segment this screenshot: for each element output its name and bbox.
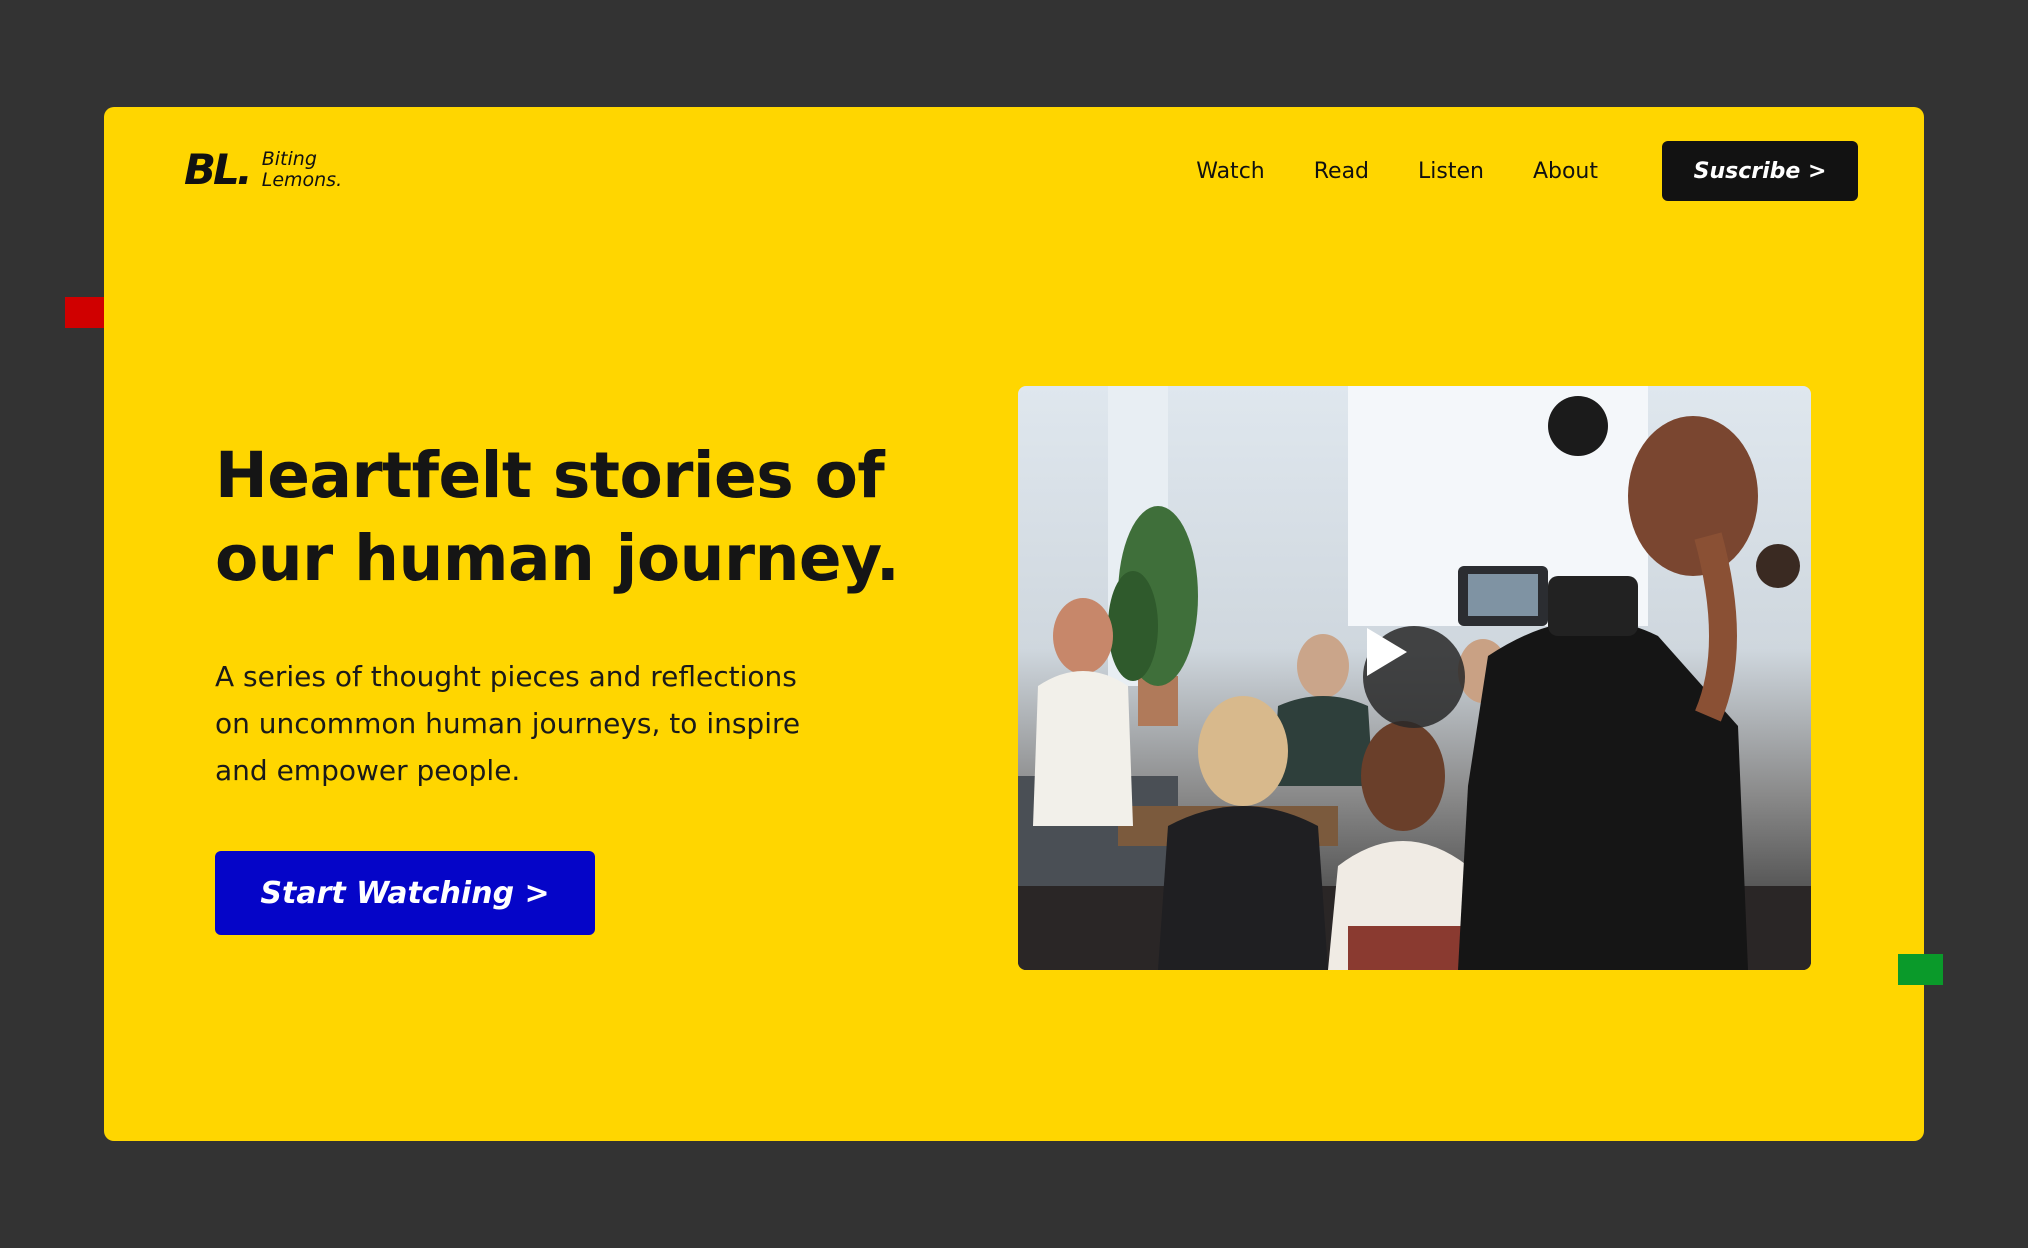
- logo-word-2: Lemons.: [261, 169, 343, 191]
- hero-description-line-3: and empower people.: [215, 754, 521, 787]
- logo-wordmark: Biting Lemons.: [262, 149, 342, 191]
- video-player[interactable]: [1018, 386, 1811, 970]
- play-button[interactable]: [1363, 626, 1465, 728]
- hero-description-line-2: on uncommon human journeys, to inspire: [215, 707, 801, 740]
- logo-mark: BL.: [184, 145, 253, 194]
- hero-title-line-1: Heartfelt stories of: [215, 439, 885, 512]
- nav-link-listen[interactable]: Listen: [1418, 159, 1484, 184]
- play-icon: [1367, 628, 1407, 676]
- hero-description-line-1: A series of thought pieces and reflectio…: [215, 660, 797, 693]
- brand-logo[interactable]: BL. Biting Lemons.: [184, 149, 342, 191]
- logo-word-1: Biting: [261, 148, 317, 170]
- nav-link-about[interactable]: About: [1533, 159, 1598, 184]
- start-watching-button[interactable]: Start Watching >: [215, 851, 595, 935]
- hero-title-line-2: our human journey.: [215, 522, 900, 595]
- hero-card: BL. Biting Lemons. Watch Read Listen Abo…: [104, 107, 1924, 1141]
- nav-link-read[interactable]: Read: [1314, 159, 1369, 184]
- decor-green-block: [1898, 954, 1943, 985]
- hero-title: Heartfelt stories of our human journey.: [215, 434, 900, 600]
- main-nav: Watch Read Listen About Suscribe >: [1196, 141, 1858, 201]
- subscribe-button[interactable]: Suscribe >: [1662, 141, 1858, 201]
- nav-link-watch[interactable]: Watch: [1196, 159, 1265, 184]
- hero-description: A series of thought pieces and reflectio…: [215, 653, 855, 794]
